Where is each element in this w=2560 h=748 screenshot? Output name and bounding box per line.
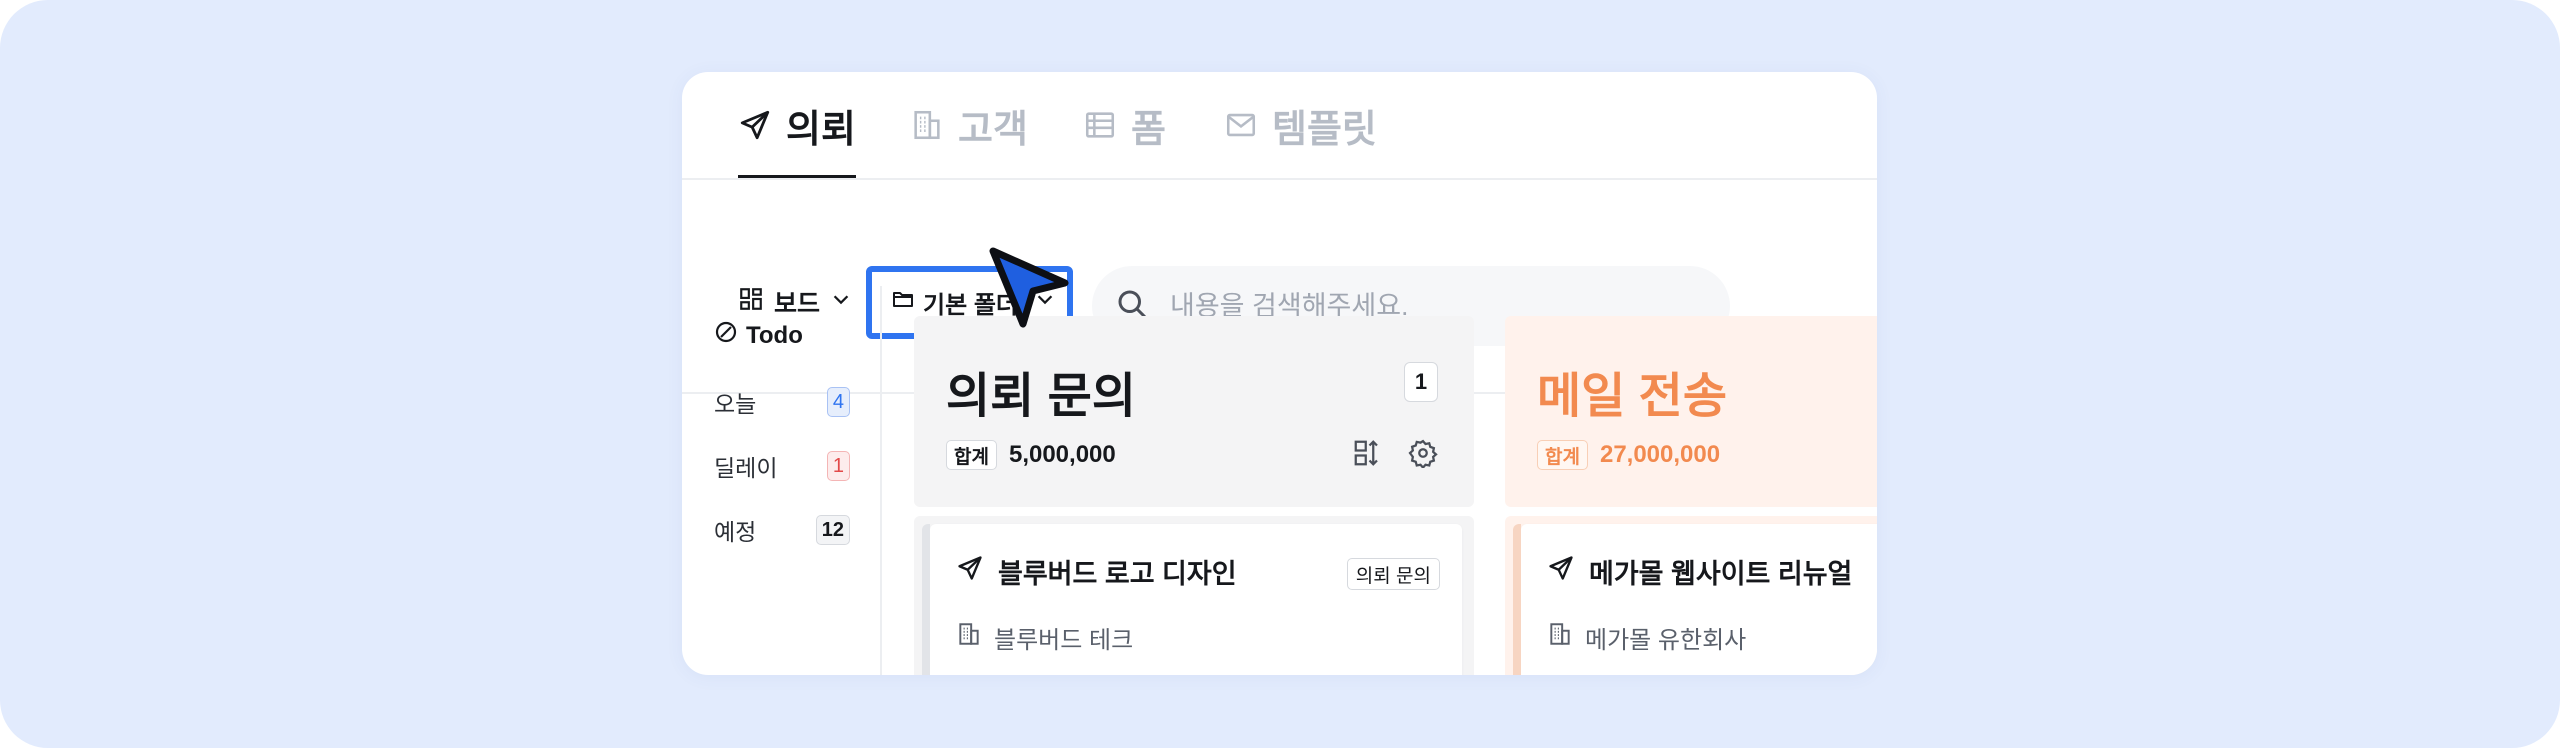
card-company-text: 블루버드 테크 <box>994 627 1134 654</box>
card-title-text: 메가몰 웹사이트 리뉴얼 <box>1589 559 1853 589</box>
sum-label: 합계 <box>946 440 997 470</box>
card-stripe <box>1513 524 1521 675</box>
todo-heading: Todo <box>714 320 803 351</box>
form-icon <box>1083 108 1117 142</box>
tab-label: 의뢰 <box>786 108 856 151</box>
column-sum: 합계 5,000,000 <box>946 440 1116 470</box>
column-count-badge: 1 <box>1404 362 1438 402</box>
tab-templates[interactable]: 템플릿 <box>1224 72 1377 178</box>
board-column-body: 메가몰 웹사이트 리뉴얼 메가몰 유한회사 <box>1505 516 1877 675</box>
sidebar-item-scheduled[interactable]: 예정 12 <box>714 512 850 548</box>
column-sum: 합계 27,000,000 <box>1537 440 1720 470</box>
sidebar-item-label: 딜레이 <box>714 455 778 481</box>
board-card[interactable]: 메가몰 웹사이트 리뉴얼 메가몰 유한회사 <box>1513 524 1877 675</box>
card-company: 메가몰 유한회사 <box>1547 620 1746 655</box>
sum-label: 합계 <box>1537 440 1588 470</box>
mail-icon <box>1224 108 1258 142</box>
tab-bar: 의뢰 고객 폼 템플릿 <box>682 72 1877 180</box>
board-column-header: 메일 전송 합계 27,000,000 <box>1505 316 1877 507</box>
column-title: 의뢰 문의 <box>946 370 1136 423</box>
card-title-text: 블루버드 로고 디자인 <box>998 559 1237 589</box>
column-title: 메일 전송 <box>1537 370 1727 423</box>
app-window: 의뢰 고객 폼 템플릿 보드 기본 폴더 내용을 검색해주세요. Todo 오늘… <box>682 72 1877 675</box>
building-icon <box>910 108 944 142</box>
todo-icon <box>714 320 738 351</box>
card-status-tag: 의뢰 문의 <box>1346 558 1440 590</box>
count-badge: 4 <box>826 387 850 417</box>
tab-requests[interactable]: 의뢰 <box>738 72 856 178</box>
card-title: 블루버드 로고 디자인 <box>956 552 1237 591</box>
building-icon <box>1547 621 1573 654</box>
tab-label: 폼 <box>1131 108 1166 151</box>
todo-sidebar: Todo 오늘 4 딜레이 1 예정 12 <box>682 286 882 675</box>
paper-plane-icon <box>1547 554 1575 589</box>
sum-value: 27,000,000 <box>1599 441 1721 468</box>
sidebar-item-label: 예정 <box>714 519 757 545</box>
paper-plane-icon <box>738 108 772 142</box>
tab-customers[interactable]: 고객 <box>910 72 1028 178</box>
card-title: 메가몰 웹사이트 리뉴얼 <box>1547 552 1852 591</box>
gear-icon[interactable] <box>1408 438 1438 473</box>
board-column-body: 블루버드 로고 디자인 의뢰 문의 블루버드 테크 <box>914 516 1474 675</box>
board-card[interactable]: 블루버드 로고 디자인 의뢰 문의 블루버드 테크 <box>922 524 1462 675</box>
folder-icon <box>891 287 915 318</box>
card-stripe <box>922 524 930 675</box>
paper-plane-icon <box>956 554 984 589</box>
card-company: 블루버드 테크 <box>956 620 1133 655</box>
board-column-header: 의뢰 문의 1 합계 5,000,000 <box>914 316 1474 507</box>
tab-forms[interactable]: 폼 <box>1083 72 1166 178</box>
card-company-text: 메가몰 유한회사 <box>1585 627 1747 654</box>
sum-value: 5,000,000 <box>1008 441 1116 468</box>
tab-label: 템플릿 <box>1272 108 1377 151</box>
column-tools <box>1352 438 1438 473</box>
sort-icon[interactable] <box>1352 438 1382 473</box>
sidebar-item-today[interactable]: 오늘 4 <box>714 384 850 420</box>
mouse-cursor-icon <box>987 246 1073 335</box>
tab-label: 고객 <box>958 108 1028 151</box>
todo-heading-label: Todo <box>746 321 803 349</box>
count-badge: 1 <box>826 451 850 481</box>
sidebar-item-label: 오늘 <box>714 391 757 417</box>
active-tab-indicator <box>738 175 856 178</box>
building-icon <box>956 621 982 654</box>
sidebar-item-delayed[interactable]: 딜레이 1 <box>714 448 850 484</box>
count-badge: 12 <box>815 515 850 545</box>
